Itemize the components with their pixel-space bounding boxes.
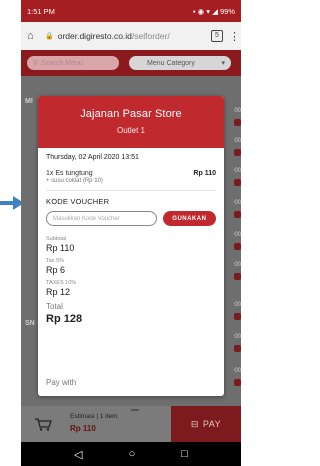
modal-header: Jajanan Pasar Store Outlet 1 — [38, 96, 224, 148]
price-fragment: 00 — [234, 232, 241, 238]
search-input[interactable]: ⚲ Search Menu — [27, 56, 119, 70]
voucher-code-input[interactable]: Masukkan Kode Voucher — [46, 211, 157, 226]
price-fragment: 00 — [234, 302, 241, 308]
store-name: Jajanan Pasar Store — [80, 108, 182, 120]
more-options-icon[interactable]: ⋮ — [229, 30, 240, 43]
pay-with-label: Pay with — [46, 378, 77, 387]
url-domain: order.digiresto.co.id — [57, 31, 132, 41]
price-fragment: 00 — [234, 334, 241, 340]
section-label: MI — [25, 98, 33, 105]
voucher-section: KODE VOUCHER Masukkan Kode Voucher GUNAK… — [38, 191, 224, 226]
add-button[interactable] — [234, 119, 241, 126]
tax-value: Rp 6 — [46, 265, 66, 275]
status-icons: ▪ ◉ ▾ ◢ 99% — [192, 6, 235, 16]
android-nav-bar: ◁ ○ □ — [21, 442, 241, 466]
add-button[interactable] — [234, 345, 241, 352]
price-fragment: 00 — [234, 168, 241, 174]
cart-bar: Estimasi | 1 item Rp 110 ⊟ PAY — [21, 406, 241, 442]
estimate-label: Estimasi | 1 item — [70, 413, 118, 420]
search-placeholder: Search Menu — [41, 59, 83, 67]
battery-level: 99% — [219, 6, 235, 16]
item-name: 1x Es tungtung — [46, 170, 93, 177]
price-fragment: 00 — [234, 262, 241, 268]
apply-voucher-button[interactable]: GUNAKAN — [162, 211, 216, 226]
address-bar[interactable]: 🔒 order.digiresto.co.id/selforder/ — [45, 27, 207, 45]
add-button[interactable] — [234, 179, 241, 186]
cart-icon — [35, 418, 52, 431]
voucher-title: KODE VOUCHER — [46, 197, 110, 206]
recents-icon[interactable]: □ — [181, 448, 188, 460]
price-fragment: 00 — [234, 368, 241, 374]
price-fragment: 00 — [234, 138, 241, 144]
item-addon: + susu coklat (Rp 10) — [46, 178, 103, 184]
subtotal-label: Subtotal — [46, 236, 67, 242]
home-icon[interactable]: ⌂ — [27, 30, 41, 42]
url-path: /selforder/ — [131, 31, 170, 41]
pay-button[interactable]: ⊟ PAY — [171, 406, 241, 442]
add-button[interactable] — [234, 243, 241, 250]
tab-switcher-button[interactable]: 5 — [211, 30, 223, 42]
cart-total: Rp 110 — [70, 424, 96, 433]
subtotal-value: Rp 110 — [46, 243, 75, 253]
add-button[interactable] — [234, 313, 241, 320]
category-label: Menu Category — [147, 59, 195, 67]
cart-button[interactable] — [21, 406, 65, 442]
total-value: Rp 128 — [46, 313, 83, 325]
taxes-label: TAXES 10% — [46, 280, 77, 286]
price-fragment: 00 — [234, 108, 241, 114]
order-info: Thursday, 02 April 2020 13:51 1x Es tung… — [38, 148, 224, 191]
order-date: Thursday, 02 April 2020 13:51 — [46, 154, 139, 161]
status-time: 1:51 PM — [27, 6, 55, 16]
home-nav-icon[interactable]: ○ — [129, 448, 136, 460]
screen: 1:51 PM ▪ ◉ ▾ ◢ 99% ⌂ 🔒 order.digiresto.… — [0, 0, 248, 466]
order-summary-modal: Jajanan Pasar Store Outlet 1 Thursday, 0… — [38, 96, 224, 396]
item-price: Rp 110 — [193, 170, 216, 177]
price-summary: Subtotal Rp 110 Tax 5% Rp 6 TAXES 10% Rp… — [38, 226, 224, 325]
price-fragment: 00 — [234, 200, 241, 206]
app-header: ⚲ Search Menu Menu Category ▾ — [21, 50, 241, 76]
lock-icon: 🔒 — [45, 33, 54, 40]
phone-screen: 1:51 PM ▪ ◉ ▾ ◢ 99% ⌂ 🔒 order.digiresto.… — [21, 0, 241, 466]
tax-label: Tax 5% — [46, 258, 65, 264]
status-bar: 1:51 PM ▪ ◉ ▾ ◢ 99% — [21, 0, 241, 22]
pay-label: PAY — [202, 419, 222, 429]
add-button[interactable] — [234, 379, 241, 386]
add-button[interactable] — [234, 211, 241, 218]
total-label: Total — [46, 302, 63, 311]
chevron-down-icon: ▾ — [221, 60, 225, 67]
order-item: 1x Es tungtung Rp 110 — [46, 170, 216, 177]
voucher-row: Masukkan Kode Voucher GUNAKAN — [46, 211, 216, 226]
back-icon[interactable]: ◁ — [74, 448, 82, 461]
receipt-icon: ⊟ — [190, 418, 199, 429]
browser-toolbar: ⌂ 🔒 order.digiresto.co.id/selforder/ 5 ⋮ — [21, 22, 241, 50]
search-icon: ⚲ — [33, 60, 39, 67]
drag-handle[interactable] — [131, 409, 139, 411]
taxes-value: Rp 12 — [46, 287, 71, 297]
add-button[interactable] — [234, 149, 241, 156]
menu-category-select[interactable]: Menu Category ▾ — [129, 56, 231, 70]
section-label: SN — [25, 320, 35, 327]
outlet-name: Outlet 1 — [116, 126, 145, 135]
add-button[interactable] — [234, 273, 241, 280]
